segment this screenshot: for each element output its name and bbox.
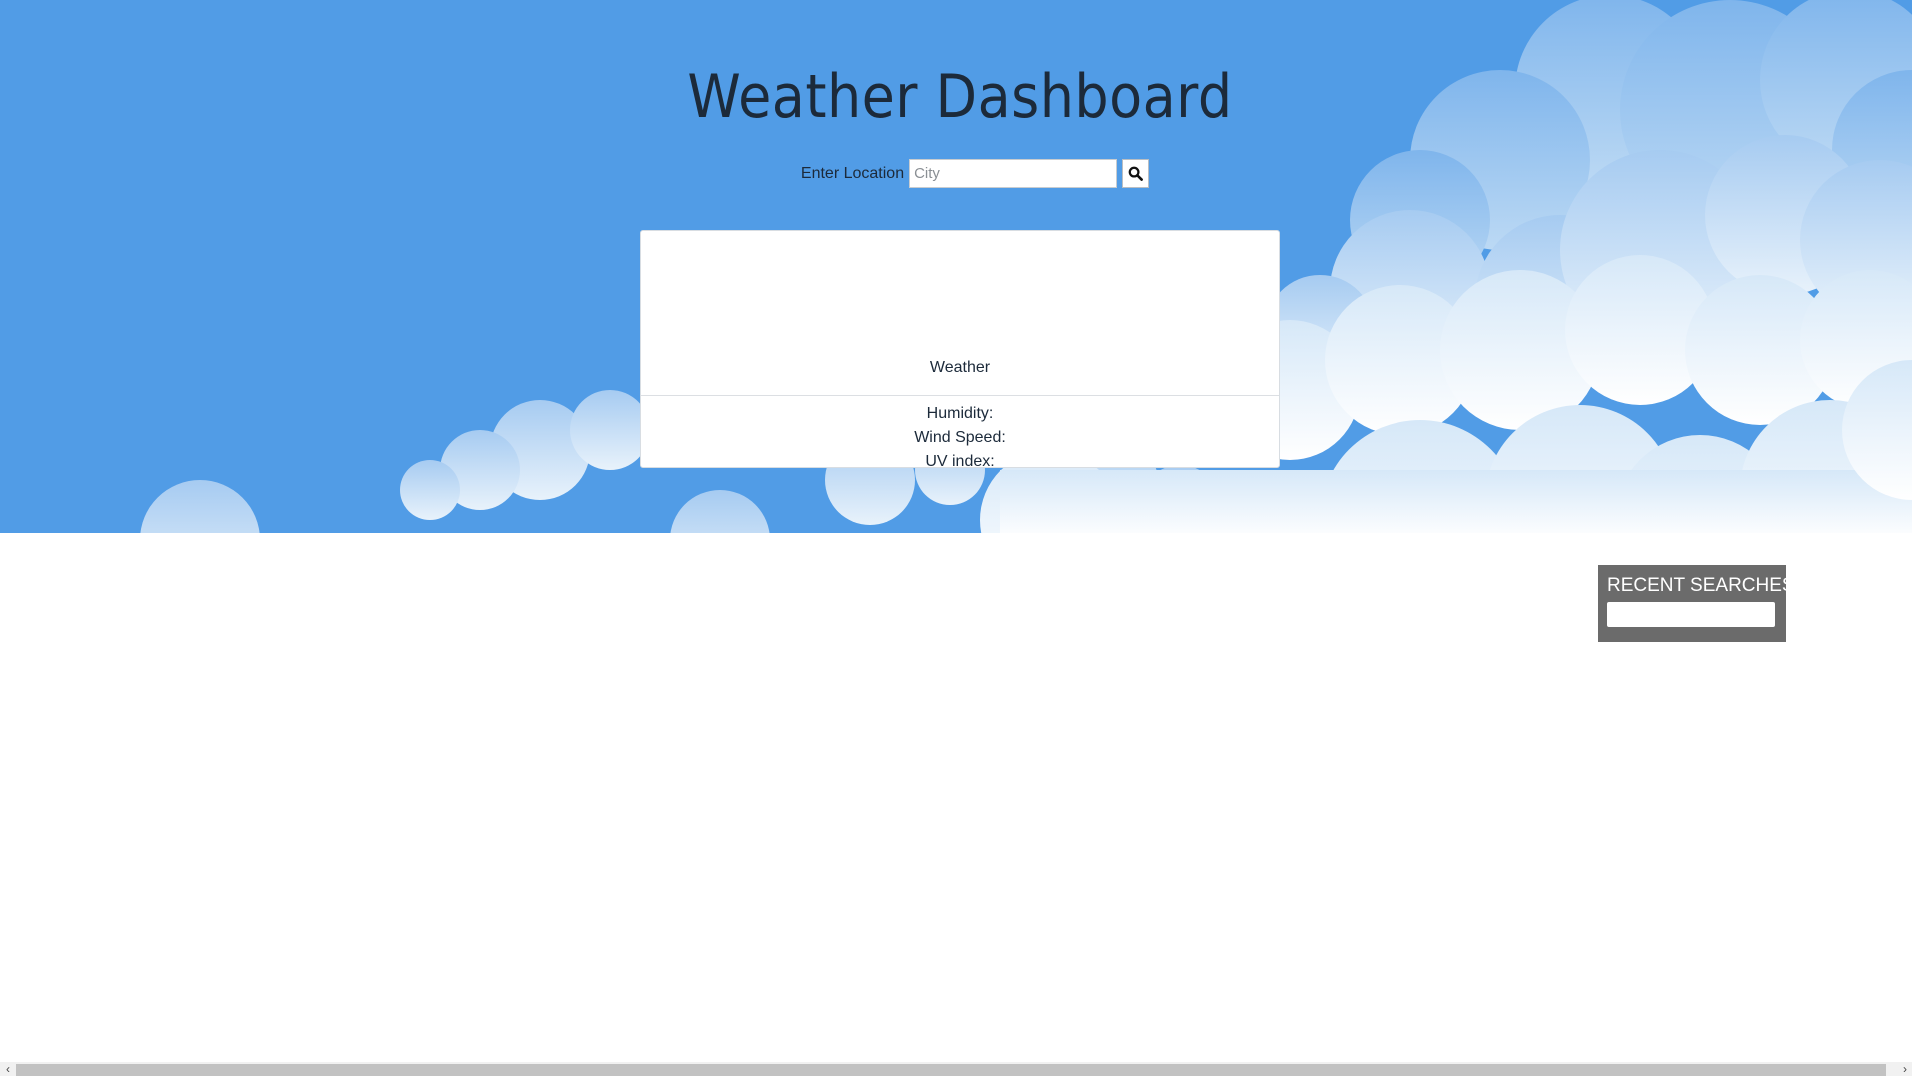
search-button[interactable] — [1122, 159, 1150, 188]
weather-card-header: Weather — [641, 231, 1279, 396]
recent-searches-title: RECENT SEARCHES — [1607, 575, 1795, 596]
city-search-input[interactable] — [909, 159, 1118, 188]
humidity-label: Humidity: — [926, 405, 994, 422]
uv-index-label: UV index: — [925, 453, 995, 470]
wind-speed-label: Wind Speed: — [914, 429, 1006, 446]
hero-banner: Weather Dashboard Enter Location Weather… — [0, 0, 1912, 533]
horizontal-scrollbar[interactable]: ‹ › — [0, 1062, 1912, 1076]
search-icon — [1128, 166, 1143, 181]
search-bar: Enter Location — [0, 159, 1912, 188]
weather-card: Weather Humidity: Wind Speed: UV index: — [640, 230, 1280, 470]
chevron-left-icon[interactable]: ‹ — [1, 1062, 15, 1076]
recent-searches-panel: RECENT SEARCHES — [1598, 565, 1795, 642]
weather-label: Weather — [929, 359, 991, 376]
weather-details: Humidity: Wind Speed: UV index: — [641, 396, 1279, 474]
search-label: Enter Location — [800, 164, 905, 182]
scrollbar-thumb[interactable] — [16, 1064, 1886, 1076]
page-title: Weather Dashboard — [687, 62, 1233, 132]
chevron-right-icon[interactable]: › — [1898, 1062, 1912, 1076]
recent-searches-list[interactable] — [1607, 602, 1775, 627]
